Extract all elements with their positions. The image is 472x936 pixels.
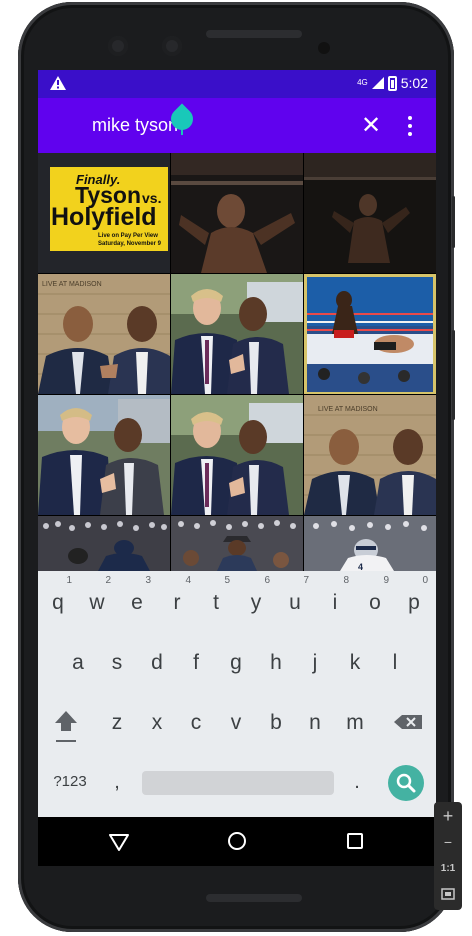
svg-text:4: 4 <box>358 562 363 571</box>
image-tile[interactable] <box>171 153 303 273</box>
image-tile[interactable] <box>171 274 303 394</box>
image-tile[interactable] <box>304 274 436 394</box>
image-tile[interactable] <box>171 395 303 515</box>
backspace-icon[interactable] <box>390 701 426 745</box>
zoom-in-button[interactable]: + <box>434 804 462 828</box>
key-f[interactable]: f <box>178 641 214 685</box>
key-i[interactable]: 8i <box>317 575 353 625</box>
status-time: 5:02 <box>400 75 428 91</box>
more-vert-icon[interactable] <box>400 112 420 140</box>
search-app-bar: ✕ <box>38 98 436 153</box>
close-icon[interactable]: ✕ <box>358 113 384 139</box>
navigation-bar <box>38 817 436 866</box>
key-m[interactable]: m <box>337 701 373 745</box>
key-l[interactable]: l <box>377 641 413 685</box>
nav-home-icon[interactable] <box>228 832 246 850</box>
key-q[interactable]: 1q <box>40 575 76 625</box>
image-tile[interactable]: Finally. Tyson vs. Holyfield Live on Pay… <box>38 153 170 273</box>
signal-icon <box>371 77 384 89</box>
space-bar[interactable] <box>142 771 334 795</box>
search-icon[interactable] <box>388 765 424 801</box>
key-p[interactable]: 0p <box>396 575 432 625</box>
image-results-grid: Finally. Tyson vs. Holyfield Live on Pay… <box>38 153 436 571</box>
key-n[interactable]: n <box>297 701 333 745</box>
key-g[interactable]: g <box>218 641 254 685</box>
nav-recents-icon[interactable] <box>347 833 363 849</box>
key-a[interactable]: a <box>60 641 96 685</box>
bottom-speaker <box>206 894 302 902</box>
key-t[interactable]: 5t <box>198 575 234 625</box>
image-tile[interactable] <box>171 516 303 571</box>
image-tile[interactable]: LIVE AT MADISON <box>304 395 436 515</box>
symbols-key[interactable]: ?123 <box>46 767 94 797</box>
warning-icon <box>50 76 66 90</box>
key-s[interactable]: s <box>99 641 135 685</box>
nav-back-icon[interactable] <box>108 831 130 853</box>
key-r[interactable]: 4r <box>159 575 195 625</box>
poster-text: Live on Pay Per View <box>98 233 158 239</box>
proximity-sensor <box>318 42 330 54</box>
emulator-toolbar: + − 1:1 <box>434 802 462 910</box>
key-x[interactable]: x <box>139 701 175 745</box>
key-b[interactable]: b <box>258 701 294 745</box>
key-v[interactable]: v <box>218 701 254 745</box>
fit-screen-icon[interactable] <box>434 882 462 906</box>
svg-text:LIVE AT MADISON: LIVE AT MADISON <box>318 406 378 413</box>
power-button[interactable] <box>452 196 455 248</box>
key-d[interactable]: d <box>139 641 175 685</box>
volume-button[interactable] <box>452 330 455 420</box>
search-input[interactable] <box>92 112 362 138</box>
front-camera-icon <box>108 36 128 56</box>
comma-key[interactable]: , <box>102 767 132 797</box>
image-tile[interactable]: 4 <box>304 516 436 571</box>
shift-icon[interactable] <box>48 701 84 745</box>
status-bar: 4G 5:02 <box>38 70 436 98</box>
network-type: 4G <box>357 78 368 87</box>
key-k[interactable]: k <box>337 641 373 685</box>
period-key[interactable]: . <box>342 767 372 797</box>
key-e[interactable]: 3e <box>119 575 155 625</box>
image-tile[interactable] <box>304 153 436 273</box>
key-u[interactable]: 7u <box>277 575 313 625</box>
key-w[interactable]: 2w <box>79 575 115 625</box>
battery-icon <box>387 75 397 91</box>
key-y[interactable]: 6y <box>238 575 274 625</box>
poster-text: Holyfield <box>51 203 157 231</box>
key-j[interactable]: j <box>297 641 333 685</box>
front-camera-icon <box>162 36 182 56</box>
actual-size-button[interactable]: 1:1 <box>434 857 462 881</box>
key-h[interactable]: h <box>258 641 294 685</box>
image-tile[interactable] <box>38 516 170 571</box>
image-tile[interactable] <box>38 395 170 515</box>
svg-text:LIVE AT MADISON: LIVE AT MADISON <box>42 281 102 288</box>
soft-keyboard: 1q 2w 3e 4r 5t 6y 7u 8i 9o 0p a s d f g … <box>38 571 436 817</box>
key-c[interactable]: c <box>178 701 214 745</box>
poster-text: Saturday, November 9 <box>98 241 162 247</box>
device-screen: 4G 5:02 ✕ Finally. Tyson vs. Holyfiel <box>38 70 436 866</box>
image-tile[interactable]: LIVE AT MADISON <box>38 274 170 394</box>
earpiece <box>206 30 302 38</box>
zoom-out-button[interactable]: − <box>434 830 462 854</box>
key-z[interactable]: z <box>99 701 135 745</box>
key-o[interactable]: 9o <box>357 575 393 625</box>
